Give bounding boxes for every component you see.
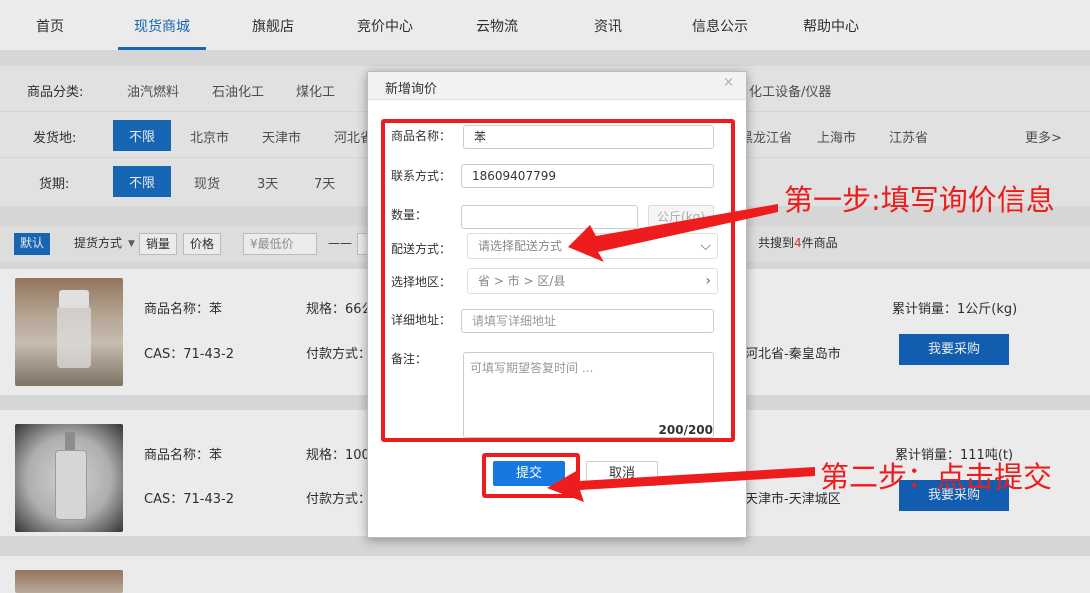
step2-annotation: 第二步：点击提交 [820,460,1053,494]
highlight-box [381,119,735,442]
modal-header: 新增询价 × [368,72,746,100]
modal-title: 新增询价 [385,82,438,97]
step1-annotation: 第一步:填写询价信息 [784,183,1055,217]
cancel-button[interactable]: 取消 [586,461,658,486]
inquiry-modal: 新增询价 × 商品名称： 苯 联系方式： 18609407799 数量： 公斤(… [367,71,747,538]
highlight-box [482,453,580,498]
close-icon[interactable]: × [723,75,734,90]
